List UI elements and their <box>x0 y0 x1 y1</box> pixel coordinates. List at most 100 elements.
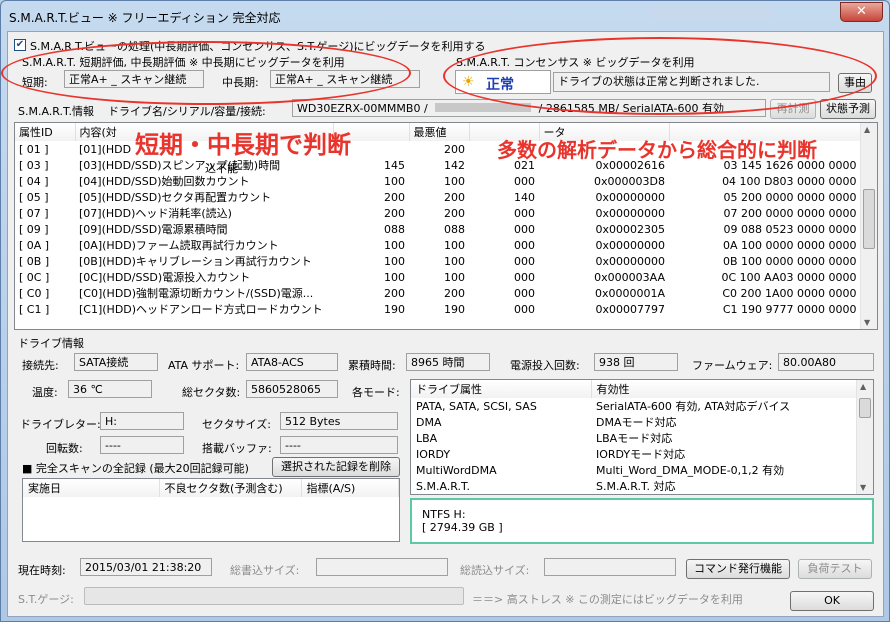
worst-cell: 100 <box>444 238 465 252</box>
buffer-label: 搭載バッファ: <box>202 442 272 455</box>
hex-cell: 04 100 D803 0000 0000 <box>722 174 857 188</box>
attr-scroll-up-icon[interactable]: ▲ <box>860 382 866 391</box>
table-row[interactable]: [ 09 ] [09](HDD/SSD)電源累積時間 088 088 000 0x0000… <box>15 221 861 237</box>
use-bigdata-checkbox[interactable]: ✔ <box>14 39 26 51</box>
list-item[interactable]: PATA, SATA, SCSI, SAS SerialATA-600 有効, A… <box>411 398 857 414</box>
attr-id-cell: [ C0 ] <box>19 286 50 300</box>
col-content[interactable]: 内容(対 <box>75 123 334 141</box>
col-drive-attribute[interactable]: ドライブ属性 <box>411 380 592 398</box>
hex-cell: 05 200 0000 0000 0000 <box>723 190 857 204</box>
drive-attribute-list[interactable]: ドライブ属性 有効性 PATA, SATA, SCSI, SAS SerialAT… <box>410 379 874 495</box>
reason-button[interactable]: 事由 <box>838 73 872 93</box>
list-item[interactable]: DMA DMAモード対応 <box>411 414 857 430</box>
delete-record-button[interactable]: 選択された記録を削除 <box>272 457 400 477</box>
worst-cell: 100 <box>444 254 465 268</box>
col-worst[interactable]: 最悪値 <box>409 123 470 141</box>
window-title: S.M.A.R.T.ビュー ※ フリーエディション 完全対応 <box>9 11 281 25</box>
drive-attribute-cell: PATA, SATA, SCSI, SAS <box>416 399 537 413</box>
attr-id-cell: [ 05 ] <box>19 190 49 204</box>
load-test-button[interactable]: 負荷テスト <box>798 559 872 579</box>
smart-info-label: S.M.A.R.T.情報 <box>18 105 94 118</box>
table-row[interactable]: [ 0C ] [0C](HDD/SSD)電源投入カウント 100 100 000 0x00… <box>15 269 861 285</box>
mid-term-label: 中長期: <box>222 76 259 89</box>
validity-cell: Multi_Word_DMA_MODE-0,1,2 有効 <box>596 464 785 477</box>
table-row[interactable]: [ 07 ] [07](HDD)ヘッド消耗率(読込) 200 200 000 0x0000… <box>15 205 861 221</box>
temperature-value: 36 ℃ <box>68 380 152 398</box>
close-button[interactable]: ✕ <box>840 2 883 22</box>
scan-records-list[interactable]: 実施日 不良セクタ数(予測含む) 指標(A/S) <box>22 478 400 542</box>
hex-cell <box>669 141 861 157</box>
redacted-serial <box>435 103 532 112</box>
col-current[interactable] <box>333 123 410 141</box>
table-row[interactable]: [ C0 ] [C0](HDD)強制電源切断カウント/(SSD)電源... 200 2… <box>15 285 861 301</box>
raw-cell <box>539 141 669 157</box>
table-row[interactable]: [ C1 ] [C1](HDD)ヘッドアンロード方式ロードカウント 190 190 00… <box>15 301 861 317</box>
scroll-thumb[interactable] <box>863 189 875 249</box>
predict-button[interactable]: 状態予測 <box>820 99 876 119</box>
col-threshold[interactable] <box>469 123 540 141</box>
content-cell: [05](HDD/SSD)セクタ再配置カウント <box>79 191 272 204</box>
current-cell: 200 <box>384 206 405 220</box>
smart-list-scrollbar[interactable]: ▲ ▼ <box>860 123 877 329</box>
table-row[interactable]: [ 0B ] [0B](HDD)キャリブレーション再試行カウント 100 100 000… <box>15 253 861 269</box>
col-validity[interactable]: 有効性 <box>591 380 857 398</box>
blurred-taskbar-region <box>651 7 771 19</box>
content-cell: [04](HDD/SSD)始動回数カウント <box>79 175 250 188</box>
recalc-button[interactable]: 再計測 <box>770 99 816 119</box>
table-row[interactable]: [ 05 ] [05](HDD/SSD)セクタ再配置カウント 200 200 140 0x… <box>15 189 861 205</box>
scroll-up-icon[interactable]: ▲ <box>864 125 870 134</box>
rpm-label: 回転数: <box>46 442 83 455</box>
list-item[interactable]: S.M.A.R.T. S.M.A.R.T. 対応 <box>411 478 857 494</box>
raw-cell: 0x00002305 <box>595 222 666 236</box>
attr-list-scrollbar[interactable]: ▲ ▼ <box>856 380 873 494</box>
col-scan-date[interactable]: 実施日 <box>23 479 160 497</box>
total-sectors-label: 総セクタ数: <box>182 386 241 399</box>
hex-cell: C0 200 1A00 0000 0000 <box>722 286 857 300</box>
attr-scroll-thumb[interactable] <box>859 398 871 418</box>
col-index[interactable]: 指標(A/S) <box>301 479 399 497</box>
ok-button[interactable]: OK <box>790 591 874 611</box>
content-cell: [01](HDD <box>79 142 132 156</box>
consensus-status-box: ☀ 正常 <box>455 70 551 94</box>
firmware-value: 80.00A80 <box>778 353 874 371</box>
col-hex[interactable] <box>669 123 861 141</box>
validity-cell: LBAモード対応 <box>596 432 673 445</box>
raw-cell: 0x000003AA <box>594 270 665 284</box>
attr-id-cell: [ 09 ] <box>19 222 49 236</box>
short-term-label: 短期: <box>22 76 48 89</box>
smart-attribute-list[interactable]: 属性ID 内容(対 最悪値 ータ [ 01 ] [01](HDD 200[ 03 ]… <box>14 122 878 330</box>
current-cell: 100 <box>384 174 405 188</box>
content-cell: [C1](HDD)ヘッドアンロード方式ロードカウント <box>79 303 323 316</box>
table-row[interactable]: [ 0A ] [0A](HDD)ファーム読取再試行カウント 100 100 000 0x0… <box>15 237 861 253</box>
attr-id-cell: [ 04 ] <box>19 174 49 188</box>
table-row[interactable]: [ 04 ] [04](HDD/SSD)始動回数カウント 100 100 000 0x00… <box>15 173 861 189</box>
current-time-value: 2015/03/01 21:38:20 <box>80 558 212 576</box>
raw-cell: 0x00007797 <box>595 302 666 316</box>
col-raw[interactable]: ータ <box>539 123 670 141</box>
list-item[interactable]: LBA LBAモード対応 <box>411 430 857 446</box>
list-item[interactable]: MultiWordDMA Multi_Word_DMA_MODE-0,1,2 有効 <box>411 462 857 478</box>
sun-icon: ☀ <box>462 74 475 90</box>
command-button[interactable]: コマンド発行機能 <box>686 559 790 579</box>
attr-scroll-down-icon[interactable]: ▼ <box>860 483 866 492</box>
client-area: ✔ S.M.A.R.T.ビューの処理(中長期評価、コンセンサス、S.T.ゲージ)… <box>7 31 884 617</box>
col-attr-id[interactable]: 属性ID <box>15 123 76 141</box>
table-row[interactable]: [ 01 ] [01](HDD 200 <box>15 141 861 157</box>
table-row[interactable]: [ 03 ] [03](HDD/SSD)スピンアップ(起動)時間 145 142 021… <box>15 157 861 173</box>
content-cell: [0C](HDD/SSD)電源投入カウント <box>79 271 251 284</box>
attr-id-cell: [ 0B ] <box>19 254 50 268</box>
worst-cell: 200 <box>444 142 465 156</box>
worst-cell: 100 <box>444 270 465 284</box>
worst-cell: 200 <box>444 286 465 300</box>
hex-cell: 09 088 0523 0000 0000 <box>723 222 857 236</box>
current-cell: 200 <box>384 286 405 300</box>
hex-cell: C1 190 9777 0000 0000 <box>722 302 857 316</box>
col-bad-sectors[interactable]: 不良セクタ数(予測含む) <box>159 479 302 497</box>
current-cell: 200 <box>384 190 405 204</box>
worst-cell: 200 <box>444 206 465 220</box>
scroll-down-icon[interactable]: ▼ <box>864 318 870 327</box>
list-item[interactable]: IORDY IORDYモード対応 <box>411 446 857 462</box>
total-sectors-value: 5860528065 <box>246 380 338 398</box>
ata-support-value: ATA8-ACS <box>246 353 338 371</box>
scan-records-title: ■ 完全スキャンの全記録 (最大20回記録可能) <box>22 462 249 475</box>
